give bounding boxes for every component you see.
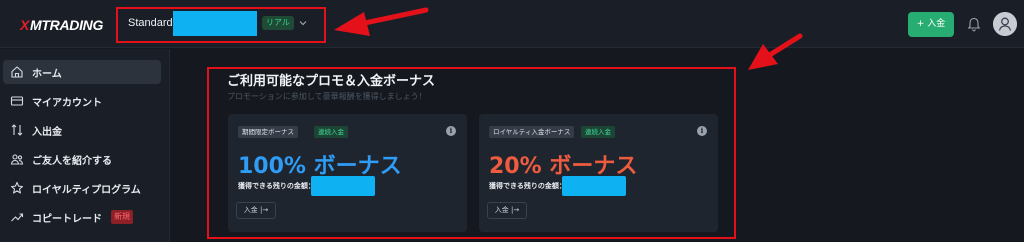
trend-icon [11,213,24,222]
promo-section-highlight [207,67,736,239]
sidebar: ホーム マイアカウント 入出金 ご友人を紹介する ロイヤルティプログラム コピー… [0,49,170,242]
deposit-button[interactable]: + 入金 [908,12,954,37]
sidebar-item-loyalty[interactable]: ロイヤルティプログラム [3,176,161,200]
sidebar-item-copy-trade[interactable]: コピートレード 新規 [3,205,161,229]
xm-logo[interactable]: XMTRADING [20,17,103,33]
card-icon [10,96,24,106]
bell-icon[interactable] [967,17,981,32]
sidebar-item-label: ホーム [32,69,62,80]
sidebar-item-label: マイアカウント [32,98,102,109]
new-badge: 新規 [111,210,133,224]
account-selector-highlight [116,7,326,43]
sidebar-item-deposit-withdraw[interactable]: 入出金 [3,118,161,142]
sidebar-item-refer-friend[interactable]: ご友人を紹介する [3,147,161,171]
sidebar-item-label: コピートレード [32,214,102,225]
star-icon [10,181,24,194]
transfer-icon [11,124,23,136]
top-bar: XMTRADING Standard リアル + 入金 [0,0,1024,48]
home-icon [11,66,23,78]
sidebar-item-label: ロイヤルティプログラム [32,185,141,196]
sidebar-item-label: ご友人を紹介する [32,156,112,167]
user-avatar-icon[interactable] [993,12,1017,36]
sidebar-item-label: 入出金 [32,127,62,138]
sidebar-item-my-account[interactable]: マイアカウント [3,89,161,113]
people-icon [10,154,24,165]
sidebar-item-home[interactable]: ホーム [3,60,161,84]
